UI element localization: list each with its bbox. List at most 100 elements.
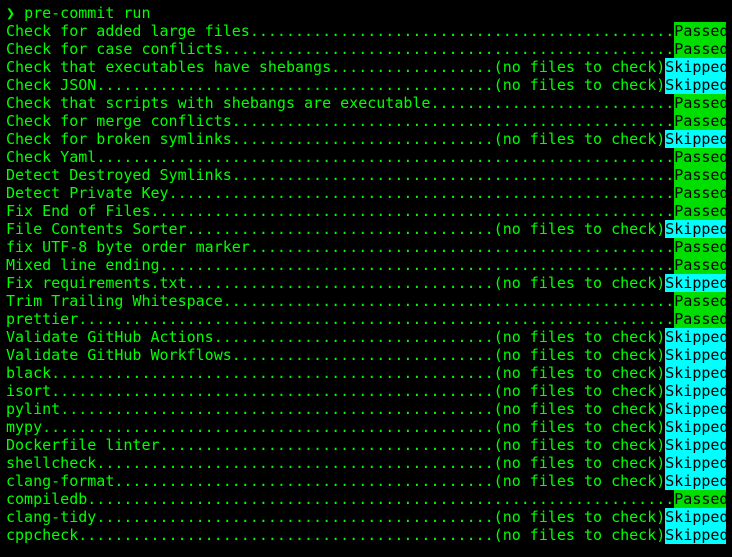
dots-filler: ........................................… [96, 508, 493, 526]
dots-filler: ........................................… [250, 238, 674, 256]
hook-name: black [6, 364, 51, 382]
hook-status: Skipped [665, 454, 726, 472]
hook-name: Validate GitHub Workflows [6, 346, 232, 364]
dots-filler: ........................................… [160, 256, 675, 274]
hook-status: Skipped [665, 328, 726, 346]
hook-row: Detect Destroyed Symlinks...............… [6, 166, 726, 184]
hook-name: Fix requirements.txt [6, 274, 187, 292]
hook-name: Mixed line ending [6, 256, 160, 274]
dots-filler: .................................. [187, 220, 494, 238]
dots-filler: ........................................… [250, 22, 674, 40]
hook-note: (no files to check) [494, 130, 666, 148]
hook-status: Skipped [665, 508, 726, 526]
prompt-symbol: ❯ [6, 4, 15, 22]
hook-row: pylint..................................… [6, 400, 726, 418]
hook-name: cppcheck [6, 526, 78, 544]
dots-filler: ........................................… [169, 184, 675, 202]
hook-name: Detect Destroyed Symlinks [6, 166, 232, 184]
hook-note: (no files to check) [494, 508, 666, 526]
hook-status: Passed [674, 202, 726, 220]
hook-row: Check for case conflicts................… [6, 40, 726, 58]
hook-row: isort...................................… [6, 382, 726, 400]
hook-status: Passed [674, 292, 726, 310]
hook-status: Passed [674, 166, 726, 184]
dots-filler: ........................................… [60, 400, 493, 418]
hook-name: fix UTF-8 byte order marker [6, 238, 250, 256]
hook-row: Trim Trailing Whitespace................… [6, 292, 726, 310]
dots-filler: ..................................... [160, 436, 494, 454]
hook-row: fix UTF-8 byte order marker.............… [6, 238, 726, 256]
hook-name: Check for broken symlinks [6, 130, 232, 148]
dots-filler: ........................................… [232, 166, 675, 184]
hook-note: (no files to check) [494, 400, 666, 418]
hook-row: Check that scripts with shebangs are exe… [6, 94, 726, 112]
hook-name: Fix End of Files [6, 202, 151, 220]
hooks-output: Check for added large files.............… [6, 22, 726, 544]
dots-filler: ............................. [232, 346, 494, 364]
hook-name: compiledb [6, 490, 87, 508]
hook-status: Skipped [665, 364, 726, 382]
hook-status: Skipped [665, 220, 726, 238]
hook-row: Mixed line ending.......................… [6, 256, 726, 274]
hook-name: Check Yaml [6, 148, 96, 166]
hook-note: (no files to check) [494, 274, 666, 292]
hook-row: black...................................… [6, 364, 726, 382]
hook-name: shellcheck [6, 454, 96, 472]
hook-row: compiledb...............................… [6, 490, 726, 508]
hook-status: Passed [674, 112, 726, 130]
hook-row: Fix End of Files........................… [6, 202, 726, 220]
hook-name: File Contents Sorter [6, 220, 187, 238]
hook-row: clang-tidy..............................… [6, 508, 726, 526]
hook-name: Check for merge conflicts [6, 112, 232, 130]
command-text: pre-commit run [24, 4, 150, 22]
dots-filler: ........................................… [78, 526, 493, 544]
hook-row: Check Yaml..............................… [6, 148, 726, 166]
hook-name: Check JSON [6, 76, 96, 94]
dots-filler: ........................................… [114, 472, 493, 490]
dots-filler: ........................................… [96, 454, 493, 472]
hook-status: Skipped [665, 400, 726, 418]
hook-note: (no files to check) [494, 328, 666, 346]
hook-status: Passed [674, 40, 726, 58]
dots-filler: ........................................… [223, 40, 675, 58]
hook-status: Skipped [665, 130, 726, 148]
hook-name: Check for case conflicts [6, 40, 223, 58]
dots-filler: ............................. [232, 130, 494, 148]
hook-status: Passed [674, 310, 726, 328]
hook-status: Skipped [665, 472, 726, 490]
hook-status: Skipped [665, 436, 726, 454]
hook-note: (no files to check) [494, 382, 666, 400]
hook-name: Check for added large files [6, 22, 250, 40]
hook-status: Skipped [665, 418, 726, 436]
hook-status: Passed [674, 22, 726, 40]
hook-status: Passed [674, 148, 726, 166]
dots-filler: ........................................… [151, 202, 675, 220]
hook-note: (no files to check) [494, 220, 666, 238]
hook-row: Dockerfile linter.......................… [6, 436, 726, 454]
hook-row: mypy....................................… [6, 418, 726, 436]
hook-row: Check that executables have shebangs....… [6, 58, 726, 76]
hook-status: Passed [674, 94, 726, 112]
dots-filler: ........................................… [223, 292, 675, 310]
dots-filler: ........................................… [96, 148, 674, 166]
hook-note: (no files to check) [494, 472, 666, 490]
hook-name: mypy [6, 418, 42, 436]
hook-name: isort [6, 382, 51, 400]
hook-status: Skipped [665, 76, 726, 94]
hook-row: Check for merge conflicts...............… [6, 112, 726, 130]
hook-row: Validate GitHub Workflows...............… [6, 346, 726, 364]
hook-row: Check for broken symlinks...............… [6, 130, 726, 148]
hook-name: clang-tidy [6, 508, 96, 526]
hook-row: Check for added large files.............… [6, 22, 726, 40]
hook-row: prettier................................… [6, 310, 726, 328]
dots-filler: ........................................… [42, 418, 494, 436]
dots-filler: ........................................… [51, 364, 494, 382]
hook-status: Skipped [665, 58, 726, 76]
hook-row: Check JSON..............................… [6, 76, 726, 94]
hook-status: Skipped [665, 382, 726, 400]
hook-row: shellcheck..............................… [6, 454, 726, 472]
hook-note: (no files to check) [494, 418, 666, 436]
hook-name: Dockerfile linter [6, 436, 160, 454]
hook-name: Check that scripts with shebangs are exe… [6, 94, 430, 112]
hook-status: Skipped [665, 526, 726, 544]
